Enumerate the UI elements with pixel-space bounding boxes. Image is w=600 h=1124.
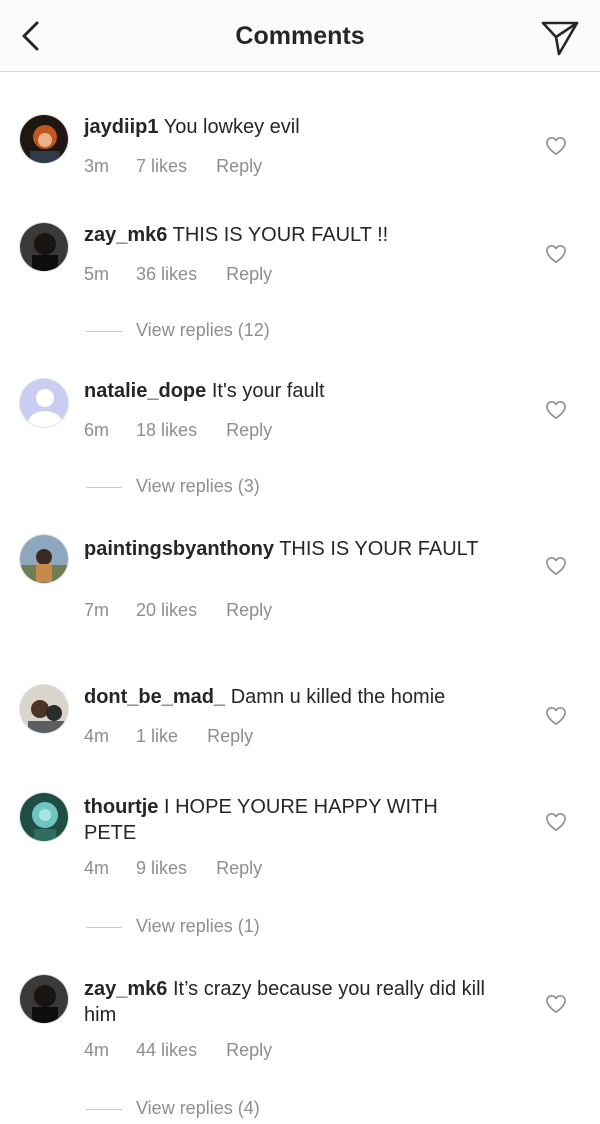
- comment-body: THIS IS YOUR FAULT: [279, 538, 479, 560]
- username[interactable]: paintingsbyanthony: [84, 538, 274, 560]
- likes-count[interactable]: 18 likes: [136, 420, 197, 441]
- top-bar: Comments: [0, 0, 600, 72]
- likes-count[interactable]: 9 likes: [136, 858, 187, 879]
- comment-body: It's your fault: [211, 380, 325, 402]
- heart-icon[interactable]: [545, 812, 567, 832]
- reply-button[interactable]: Reply: [216, 156, 262, 177]
- comment-text: natalie_dope It's your fault: [84, 378, 514, 404]
- reply-button[interactable]: Reply: [226, 264, 272, 285]
- comment-meta: 4m 44 likes Reply: [84, 1040, 272, 1061]
- timestamp: 3m: [84, 156, 110, 176]
- comment-text: paintingsbyanthony THIS IS YOUR FAULT: [84, 536, 484, 562]
- view-replies-button[interactable]: View replies (12): [86, 320, 270, 341]
- likes-count[interactable]: 7 likes: [136, 156, 187, 177]
- timestamp: 5m: [84, 264, 110, 284]
- heart-icon[interactable]: [545, 136, 567, 156]
- timestamp: 4m: [84, 858, 110, 878]
- comment-body: THIS IS YOUR FAULT !!: [172, 224, 389, 246]
- heart-icon[interactable]: [545, 400, 567, 420]
- comment-text: jaydiip1 You lowkey evil: [84, 114, 514, 140]
- comment-text: dont_be_mad_ Damn u killed the homie: [84, 684, 514, 710]
- timestamp: 7m: [84, 600, 110, 620]
- heart-icon[interactable]: [545, 556, 567, 576]
- comment-text: zay_mk6 It’s crazy because you really di…: [84, 976, 494, 1028]
- view-replies-button[interactable]: View replies (1): [86, 916, 260, 937]
- comment-meta: 4m 1 like Reply: [84, 726, 253, 747]
- timestamp: 4m: [84, 726, 110, 746]
- comment-body: You lowkey evil: [163, 116, 300, 138]
- view-replies-button[interactable]: View replies (3): [86, 476, 260, 497]
- view-replies-label: View replies (12): [136, 320, 270, 340]
- heart-icon[interactable]: [545, 706, 567, 726]
- username[interactable]: zay_mk6: [84, 978, 167, 1000]
- view-replies-label: View replies (1): [136, 916, 260, 936]
- comment-text: zay_mk6 THIS IS YOUR FAULT !!: [84, 222, 514, 248]
- comment-meta: 5m 36 likes Reply: [84, 264, 272, 285]
- username[interactable]: thourtje: [84, 796, 158, 818]
- username[interactable]: natalie_dope: [84, 380, 206, 402]
- reply-button[interactable]: Reply: [207, 726, 253, 747]
- heart-icon[interactable]: [545, 244, 567, 264]
- comment-meta: 4m 9 likes Reply: [84, 858, 262, 879]
- avatar[interactable]: [19, 114, 69, 164]
- replies-divider: [86, 330, 122, 332]
- replies-divider: [86, 1108, 122, 1110]
- username[interactable]: zay_mk6: [84, 224, 167, 246]
- likes-count[interactable]: 20 likes: [136, 600, 197, 621]
- reply-button[interactable]: Reply: [226, 1040, 272, 1061]
- heart-icon[interactable]: [545, 994, 567, 1014]
- username[interactable]: dont_be_mad_: [84, 686, 225, 708]
- comment-body: Damn u killed the homie: [230, 686, 446, 708]
- reply-button[interactable]: Reply: [216, 858, 262, 879]
- avatar[interactable]: [19, 792, 69, 842]
- avatar[interactable]: [19, 684, 69, 734]
- username[interactable]: jaydiip1: [84, 116, 158, 138]
- view-replies-button[interactable]: View replies (4): [86, 1098, 260, 1119]
- likes-count[interactable]: 44 likes: [136, 1040, 197, 1061]
- likes-count[interactable]: 36 likes: [136, 264, 197, 285]
- replies-divider: [86, 926, 122, 928]
- timestamp: 6m: [84, 420, 110, 440]
- avatar[interactable]: [19, 974, 69, 1024]
- paper-plane-icon: [541, 21, 579, 56]
- view-replies-label: View replies (4): [136, 1098, 260, 1118]
- comment-meta: 6m 18 likes Reply: [84, 420, 272, 441]
- reply-button[interactable]: Reply: [226, 600, 272, 621]
- view-replies-label: View replies (3): [136, 476, 260, 496]
- likes-count[interactable]: 1 like: [136, 726, 178, 747]
- replies-divider: [86, 486, 122, 488]
- avatar[interactable]: [19, 534, 69, 584]
- comment-meta: 3m 7 likes Reply: [84, 156, 262, 177]
- comment-meta: 7m 20 likes Reply: [84, 600, 272, 621]
- page-title: Comments: [235, 22, 365, 50]
- share-button[interactable]: [540, 18, 580, 58]
- timestamp: 4m: [84, 1040, 110, 1060]
- comment-text: thourtje I HOPE YOURE HAPPY WITH PETE: [84, 794, 494, 846]
- avatar[interactable]: [19, 222, 69, 272]
- avatar[interactable]: [19, 378, 69, 428]
- reply-button[interactable]: Reply: [226, 420, 272, 441]
